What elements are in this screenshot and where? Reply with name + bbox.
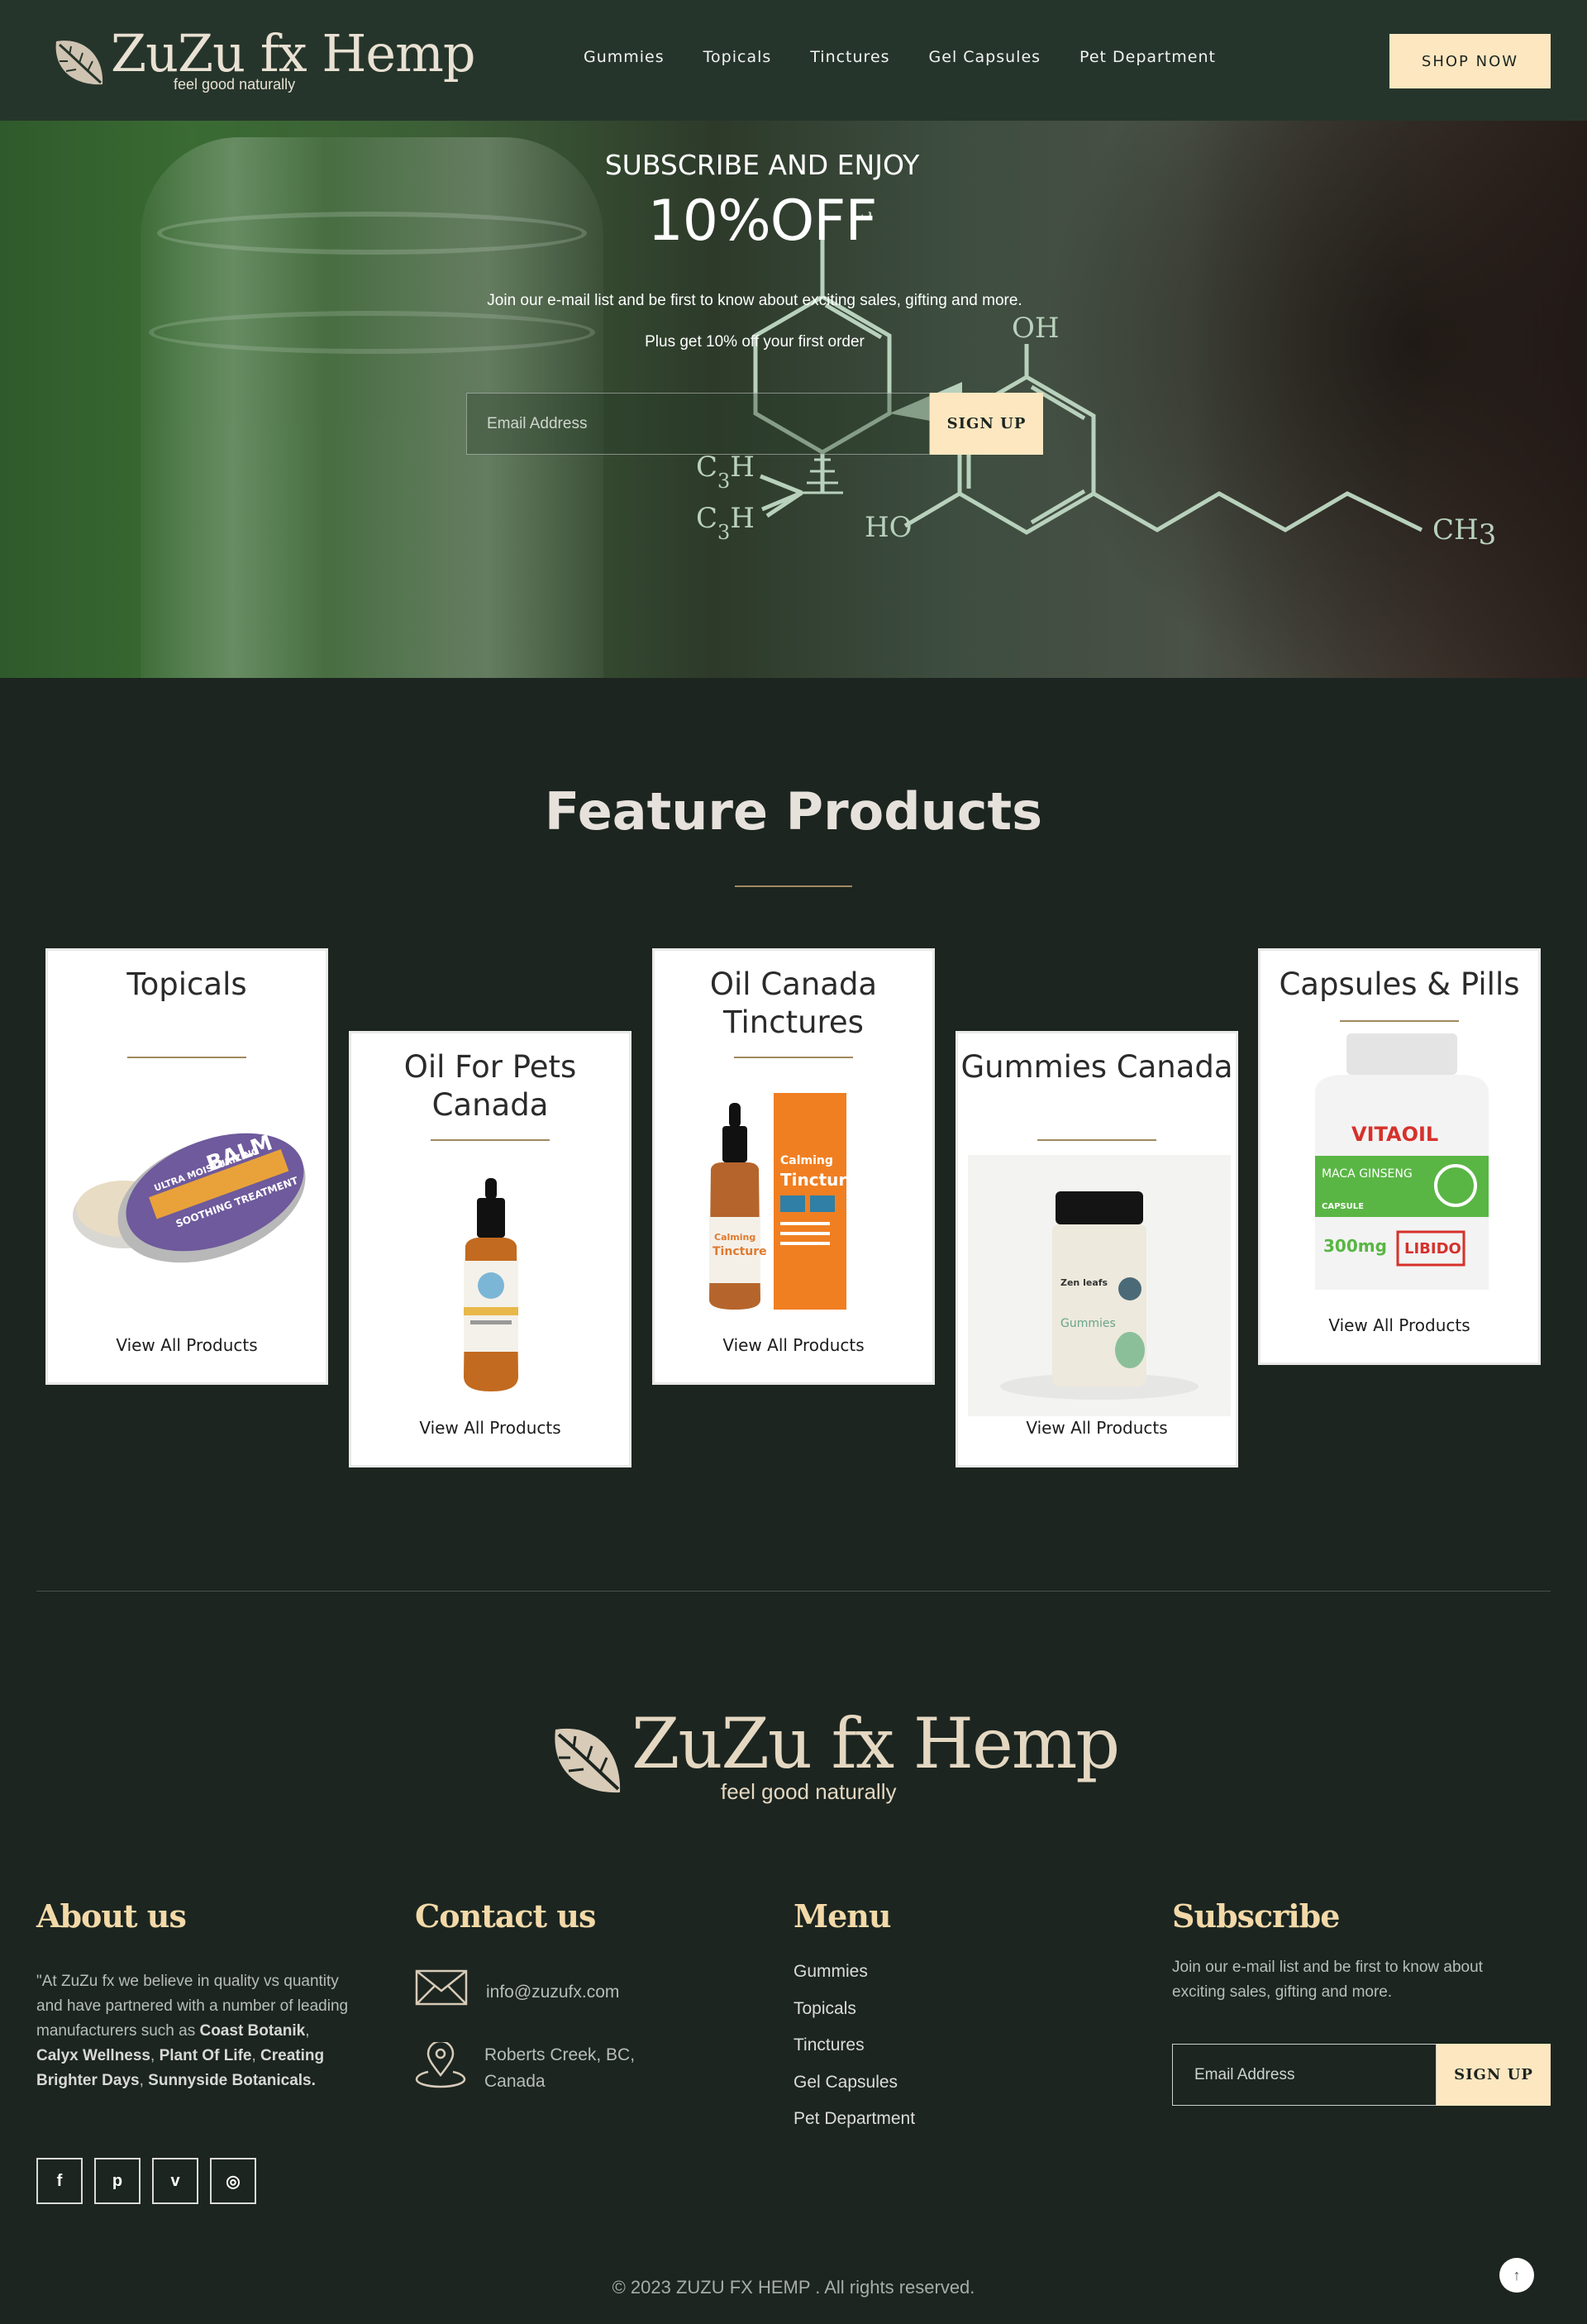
footer-menu-pet-department[interactable]: Pet Department	[794, 2109, 915, 2146]
footer-menu-tinctures[interactable]: Tinctures	[794, 2035, 915, 2073]
menu-title: Menu	[794, 1897, 891, 1935]
social-links: f p v ◎	[36, 2158, 256, 2204]
footer-logo[interactable]: ZuZu fx Hemp feel good naturally	[549, 1703, 1120, 1811]
tincture-product-image: Calming Tincture Calming Tincture	[709, 1093, 858, 1310]
shop-now-button[interactable]: SHOP NOW	[1389, 34, 1551, 88]
footer-menu-topicals[interactable]: Topicals	[794, 1999, 915, 2036]
svg-text:LIBIDO: LIBIDO	[1404, 1240, 1461, 1257]
view-all-products-link[interactable]: View All Products	[958, 1418, 1236, 1438]
hero-subscribe-form: SIGN UP	[466, 393, 1043, 455]
card-title: Topicals	[126, 966, 247, 1002]
nav-item-topicals[interactable]: Topicals	[703, 48, 772, 66]
card-title: Gummies Canada	[960, 1049, 1233, 1085]
facebook-icon[interactable]: f	[36, 2158, 83, 2204]
pet-oil-bottle-image	[464, 1178, 518, 1391]
view-all-products-link[interactable]: View All Products	[48, 1335, 326, 1355]
brand-name: ZuZu fx Hemp	[631, 1703, 1120, 1784]
view-all-products-link[interactable]: View All Products	[1261, 1315, 1538, 1335]
map-pin-icon	[415, 2042, 466, 2088]
contact-email[interactable]: info@zuzufx.com	[415, 1969, 619, 2006]
envelope-icon	[415, 1969, 468, 2006]
svg-text:Gummies: Gummies	[1060, 1317, 1116, 1330]
gummies-jar-image: Zen leafs Gummies	[968, 1155, 1231, 1416]
nav-item-gummies[interactable]: Gummies	[584, 48, 665, 66]
c3h-label-a: C3H	[696, 451, 755, 493]
feature-products-title: Feature Products	[544, 781, 1043, 842]
brand-name: ZuZu fx Hemp	[111, 23, 476, 84]
footer-email-input[interactable]	[1172, 2044, 1437, 2106]
nav-item-pet-department[interactable]: Pet Department	[1079, 48, 1216, 66]
product-card-capsules[interactable]: Capsules & Pills VITAOIL MACA GINSENG CA…	[1258, 948, 1541, 1365]
brand-tagline: feel good naturally	[174, 76, 296, 93]
leaf-icon	[555, 1728, 621, 1793]
svg-text:Calming: Calming	[714, 1232, 755, 1243]
svg-text:VITAOIL: VITAOIL	[1351, 1123, 1438, 1146]
footer-menu-gummies[interactable]: Gummies	[794, 1962, 915, 1999]
footer-subscribe-form: SIGN UP	[1172, 2044, 1551, 2106]
product-card-gummies[interactable]: Gummies Canada Zen leafs Gummies View Al…	[956, 1031, 1238, 1467]
hero-email-input[interactable]	[466, 393, 930, 455]
instagram-icon[interactable]: ◎	[210, 2158, 256, 2204]
footer-signup-button[interactable]: SIGN UP	[1437, 2044, 1551, 2106]
ch3-right-label: CH3	[1432, 513, 1496, 551]
footer-menu: Gummies Topicals Tinctures Gel Capsules …	[794, 1962, 915, 2146]
svg-text:MACA GINSENG: MACA GINSENG	[1322, 1167, 1413, 1181]
view-all-products-link[interactable]: View All Products	[351, 1418, 629, 1438]
ho-label: HO	[865, 511, 913, 544]
capsule-bottle-image: VITAOIL MACA GINSENG CAPSULE 300mg LIBID…	[1315, 1033, 1489, 1290]
scroll-to-top-button[interactable]: ↑	[1499, 2258, 1534, 2293]
svg-text:CAPSULE: CAPSULE	[1322, 1202, 1364, 1211]
card-rule	[127, 1057, 246, 1058]
card-rule	[734, 1057, 853, 1058]
card-rule	[1340, 1020, 1459, 1022]
product-card-oil-for-pets[interactable]: Oil For Pets Canada View All Products	[349, 1031, 631, 1467]
svg-text:300mg: 300mg	[1323, 1236, 1387, 1256]
site-header: ZuZu fx Hemp feel good naturally Gummies…	[0, 0, 1587, 121]
product-card-tinctures[interactable]: Oil Canada Tinctures Calming Tincture Ca…	[652, 948, 935, 1385]
main-nav: Gummies Topicals Tinctures Gel Capsules …	[584, 48, 1216, 66]
card-rule	[431, 1139, 550, 1141]
balm-tin-image: ULTRA MOISTURIZING BALM SOOTHING TREATME…	[73, 1130, 306, 1263]
product-card-topicals[interactable]: Topicals ULTRA MOISTURIZING BALM SOOTHIN…	[45, 948, 328, 1385]
subscribe-text: Join our e-mail list and be first to kno…	[1172, 1959, 1483, 2001]
svg-text:Tincture: Tincture	[712, 1245, 767, 1258]
nav-item-gel-capsules[interactable]: Gel Capsules	[929, 48, 1041, 66]
card-title: Oil Canada Tinctures	[709, 966, 878, 1040]
svg-text:Zen leafs: Zen leafs	[1060, 1277, 1108, 1288]
card-title: Capsules & Pills	[1279, 966, 1520, 1002]
brand-tagline: feel good naturally	[721, 1779, 897, 1804]
hero-banner: CH3 OH HO C3H C3H CH3 SUBSCRIBE AND ENJO…	[0, 121, 1587, 678]
copyright-text: © 2023 ZUZU FX HEMP . All rights reserve…	[612, 2277, 975, 2298]
hero-signup-button[interactable]: SIGN UP	[930, 393, 1043, 455]
footer-menu-gel-capsules[interactable]: Gel Capsules	[794, 2073, 915, 2110]
view-all-products-link[interactable]: View All Products	[655, 1335, 932, 1355]
contact-address: Roberts Creek, BC, Canada	[415, 2042, 635, 2095]
hero-headline: 10%OFF	[647, 188, 878, 254]
about-text: "At ZuZu fx we believe in quality vs qua…	[36, 1973, 349, 2089]
card-rule	[1037, 1139, 1156, 1141]
hero-subtitle: SUBSCRIBE AND ENJOY	[604, 149, 920, 181]
hero-text: Join our e-mail list and be first to kno…	[487, 292, 1022, 309]
hero-offer-text: Plus get 10% off your first order	[645, 333, 865, 351]
leaf-icon	[55, 41, 103, 85]
nav-item-tinctures[interactable]: Tinctures	[810, 48, 889, 66]
card-title: Oil For Pets Canada	[403, 1049, 577, 1123]
title-underline	[735, 885, 852, 887]
contact-title: Contact us	[415, 1897, 596, 1935]
about-title: About us	[36, 1897, 187, 1935]
svg-text:Tincture: Tincture	[780, 1170, 858, 1190]
vimeo-icon[interactable]: v	[152, 2158, 198, 2204]
subscribe-title: Subscribe	[1172, 1897, 1340, 1935]
c3h-label-b: C3H	[696, 502, 755, 544]
contact-address-text: Roberts Creek, BC, Canada	[484, 2045, 636, 2091]
svg-text:Calming: Calming	[780, 1154, 833, 1167]
site-logo[interactable]: ZuZu fx Hemp feel good naturally	[51, 23, 476, 98]
contact-email-text[interactable]: info@zuzufx.com	[486, 1969, 619, 2006]
pinterest-icon[interactable]: p	[94, 2158, 141, 2204]
